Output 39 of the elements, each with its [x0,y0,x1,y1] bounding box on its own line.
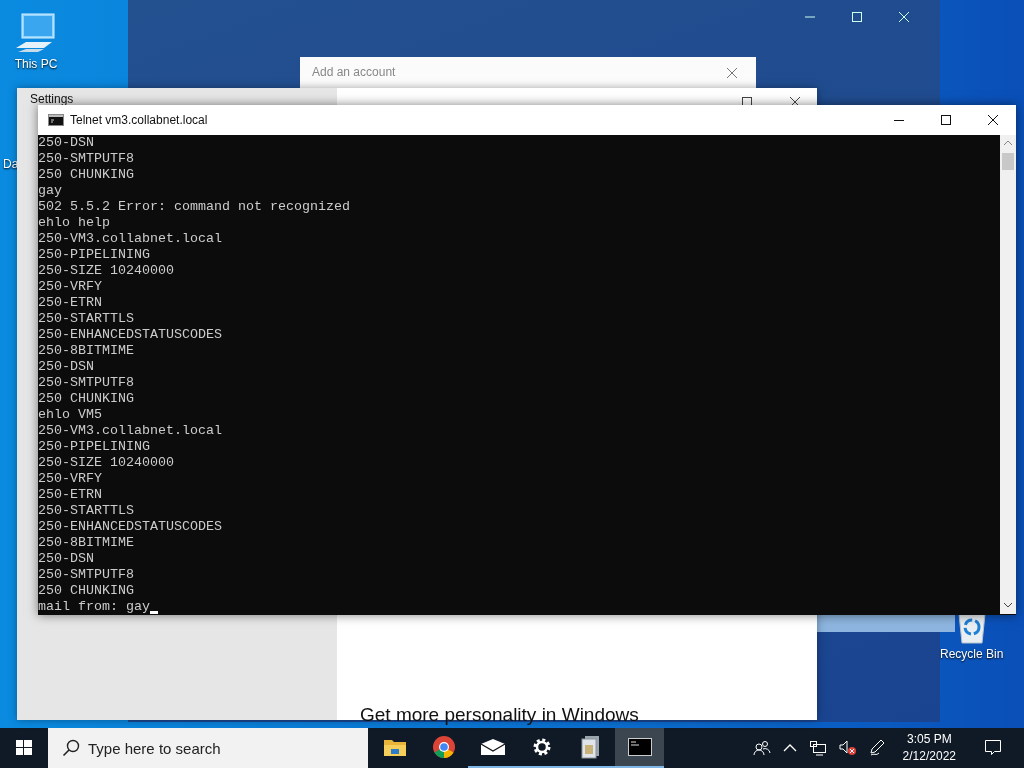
terminal-line: 250-SMTPUTF8 [38,567,134,583]
desktop-icon-label: Recycle Bin [940,647,1004,661]
terminal-line: 250-SIZE 10240000 [38,455,174,471]
terminal-line: 250-PIPELINING [38,247,150,263]
terminal-line: 250-PIPELINING [38,439,150,455]
window-title: Settings [30,92,74,106]
terminal-line: ehlo help [38,215,110,231]
terminal-line: gay [38,183,62,199]
terminal-line: 250-STARTTLS [38,503,134,519]
terminal-line: 250-ETRN [38,487,102,503]
terminal-line: 250-8BITMIME [38,535,134,551]
clock[interactable]: 3:05 PM 2/12/2022 [902,731,956,765]
terminal-line: 250-VRFY [38,471,102,487]
terminal-line: 250-ENHANCEDSTATUSCODES [38,519,222,535]
dialog-title: Add an account [312,65,396,79]
terminal-line: 250-STARTTLS [38,311,134,327]
search-field[interactable]: Type here to search [48,728,368,768]
desktop-icon-label: This PC [14,57,58,71]
terminal-line: 250-ETRN [38,295,102,311]
window-title: Telnet vm3.collabnet.local [70,113,208,127]
section-heading: Get more personality in Windows [360,704,639,726]
terminal-line: 250-DSN [38,359,94,375]
terminal-line: 250-SIZE 10240000 [38,263,174,279]
terminal-line: 250 CHUNKING [38,583,134,599]
terminal-line: 250-SMTPUTF8 [38,375,134,391]
terminal-line: 250-VRFY [38,279,102,295]
terminal-line: 502 5.5.2 Error: command not recognized [38,199,350,215]
terminal-line: 250-VM3.collabnet.local [38,423,222,439]
terminal-line: 250-VM3.collabnet.local [38,231,222,247]
terminal-line: 250 CHUNKING [38,167,134,183]
terminal-line: 250-DSN [38,135,94,151]
terminal-line: 250-SMTPUTF8 [38,151,134,167]
terminal-line: 250 CHUNKING [38,391,134,407]
terminal-line: 250-ENHANCEDSTATUSCODES [38,327,222,343]
terminal-line: mail from: gay [38,599,150,615]
terminal-line: 250-8BITMIME [38,343,134,359]
desktop-icon-label: Da [3,157,19,171]
terminal-line: 250-DSN [38,551,94,567]
terminal-line: ehlo VM5 [38,407,102,423]
